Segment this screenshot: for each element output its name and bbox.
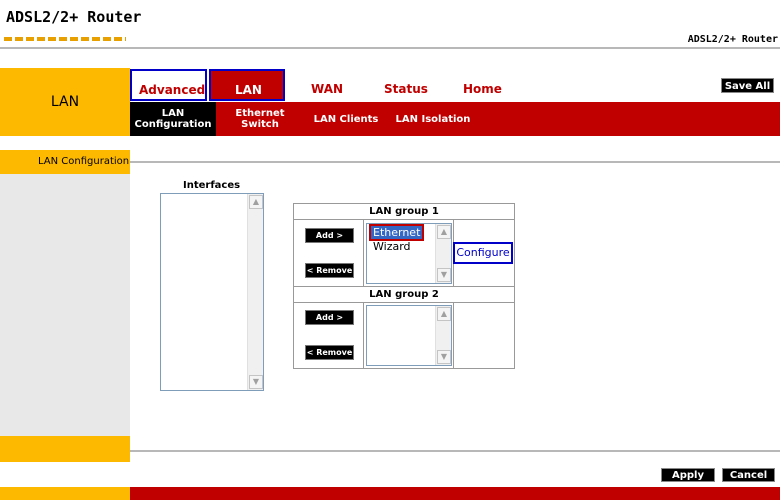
content-divider [130,161,780,163]
lan-group-2-scrollbar[interactable]: ▲ ▼ [435,306,451,365]
interfaces-listbox[interactable]: ▲ ▼ [160,193,264,391]
subtab-ethernet-switch[interactable]: Ethernet Switch [220,102,300,136]
scroll-down-icon[interactable]: ▼ [437,350,451,364]
scroll-up-icon[interactable]: ▲ [437,307,451,321]
tab-status[interactable]: Status [384,82,428,96]
subtab-line: Ethernet [235,108,285,119]
interfaces-label: Interfaces [183,180,241,191]
lan-group-2-listbox[interactable]: ▲ ▼ [366,305,452,366]
sub-nav: LAN Configuration Ethernet Switch LAN Cl… [130,102,780,136]
list-item-ethernet[interactable]: Ethernet [368,224,425,241]
interfaces-scrollbar[interactable]: ▲ ▼ [247,194,263,390]
list-item-wizard[interactable]: Wizard [371,240,413,253]
header-divider [0,47,780,49]
lan-groups-table: LAN group 1 Add > < Remove Ethernet Wiza… [293,203,515,369]
subtab-line: Switch [241,119,279,130]
column-divider [363,303,364,369]
sidebar-panel [0,174,130,436]
apply-button[interactable]: Apply [661,468,715,482]
logo-underline [4,37,126,41]
lan-group-1-remove-button[interactable]: < Remove [305,263,354,278]
tab-advanced[interactable]: Advanced [130,69,207,101]
save-all-button[interactable]: Save All [721,78,774,93]
lan-group-1-listbox[interactable]: Ethernet Wizard ▲ ▼ [366,223,452,284]
subtab-lan-configuration[interactable]: LAN Configuration [130,102,216,136]
footer-bar-right [130,487,780,500]
configure-button[interactable]: Configure [453,242,513,264]
tab-lan[interactable]: LAN [209,69,285,101]
subtab-line: LAN Clients [313,113,379,125]
subtab-line: Configuration [134,119,212,130]
lan-group-2-title: LAN group 2 [294,287,514,303]
router-logo: ADSL2/2+ Router [6,8,142,26]
content-bottom-divider [130,450,780,452]
subtab-line: LAN [161,108,185,119]
sidebar-item-lan-configuration[interactable]: LAN Configuration [0,150,130,174]
column-divider [363,220,364,286]
subtab-line: LAN Isolation [395,113,471,125]
lan-group-2-remove-button[interactable]: < Remove [305,345,354,360]
brand-title: ADSL2/2+ Router [687,34,778,45]
scroll-up-icon[interactable]: ▲ [437,225,451,239]
footer-bar-left [0,487,130,500]
section-title: LAN [50,94,80,110]
lan-group-2-add-button[interactable]: Add > [305,310,354,325]
cancel-button[interactable]: Cancel [722,468,775,482]
lan-group-1-scrollbar[interactable]: ▲ ▼ [435,224,451,283]
tab-lan-label: LAN [235,83,262,97]
scroll-up-icon[interactable]: ▲ [249,195,263,209]
subtab-lan-clients[interactable]: LAN Clients [308,102,384,136]
sidebar-footer-block [0,436,130,462]
scroll-down-icon[interactable]: ▼ [249,375,263,389]
tab-wan[interactable]: WAN [311,82,343,96]
lan-group-1-add-button[interactable]: Add > [305,228,354,243]
lan-group-1-title: LAN group 1 [294,204,514,220]
subtab-lan-isolation[interactable]: LAN Isolation [390,102,476,136]
tab-home[interactable]: Home [463,82,502,96]
sidebar-item-label: LAN Configuration [38,156,130,167]
scroll-down-icon[interactable]: ▼ [437,268,451,282]
column-divider [453,303,454,369]
tab-advanced-label: Advanced [139,83,206,97]
